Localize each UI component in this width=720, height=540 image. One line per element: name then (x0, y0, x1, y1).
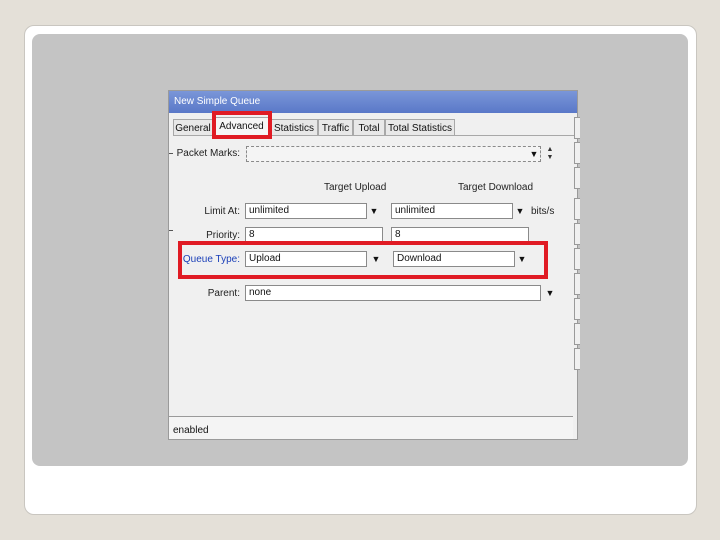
target-upload-header: Target Upload (324, 182, 387, 193)
queue-type-highlight (178, 241, 548, 279)
priority-label: Priority: (206, 230, 240, 241)
limit-at-upload-input[interactable]: unlimited (245, 203, 367, 219)
parent-dropdown-icon[interactable]: ▼ (543, 286, 557, 300)
limit-at-unit: bits/s (531, 206, 555, 217)
side-button[interactable] (574, 167, 580, 189)
tab-traffic[interactable]: Traffic (318, 119, 353, 136)
side-button[interactable] (574, 248, 580, 270)
limit-at-label: Limit At: (204, 206, 240, 217)
status-bar: enabled (169, 416, 573, 439)
tab-general[interactable]: General (173, 119, 213, 136)
side-button[interactable] (574, 198, 580, 220)
target-download-header: Target Download (458, 182, 534, 193)
advanced-tab-highlight (212, 111, 272, 139)
limit-at-upload-dropdown-icon[interactable]: ▼ (367, 204, 381, 218)
window-title: New Simple Queue (169, 91, 577, 113)
packet-marks-input[interactable] (246, 146, 541, 162)
parent-select[interactable]: none (245, 285, 541, 301)
side-button[interactable] (574, 117, 580, 139)
tab-statistics[interactable]: Statistics (270, 119, 318, 136)
parent-label: Parent: (207, 288, 240, 299)
side-button[interactable] (574, 298, 580, 320)
limit-at-download-input[interactable]: unlimited (391, 203, 513, 219)
side-button[interactable] (574, 273, 580, 295)
side-button[interactable] (574, 142, 580, 164)
side-button[interactable] (574, 323, 580, 345)
limit-at-download-dropdown-icon[interactable]: ▼ (513, 204, 527, 218)
side-button[interactable] (574, 223, 580, 245)
side-button[interactable] (574, 348, 580, 370)
packet-marks-label: Packet Marks: (176, 148, 240, 159)
tab-total-statistics[interactable]: Total Statistics (385, 119, 455, 136)
status-text: enabled (173, 425, 209, 436)
dropdown-arrow-icon[interactable]: ▼ (527, 147, 541, 161)
tab-total[interactable]: Total (353, 119, 385, 136)
scroll-arrows-icon[interactable]: ▲ ▼ (545, 146, 555, 162)
